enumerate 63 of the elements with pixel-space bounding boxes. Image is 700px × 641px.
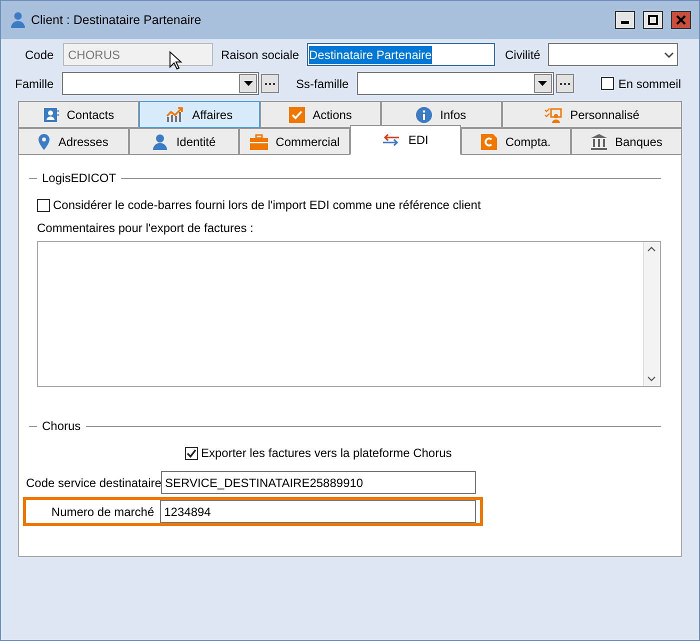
person-icon (11, 12, 25, 28)
text-field[interactable]: SERVICE_DESTINATAIRE25889910 (161, 471, 476, 494)
field-label: Raison sociale (221, 46, 300, 64)
checkbox[interactable] (37, 198, 50, 212)
tab[interactable]: Contacts (18, 101, 139, 128)
checkbox-label: Exporter les factures vers la plateforme Chorus (201, 445, 452, 462)
checklist-icon (544, 106, 562, 122)
checkbox[interactable] (601, 77, 614, 90)
ellipsis-icon (264, 82, 276, 86)
checkmark-icon (288, 106, 305, 122)
tab[interactable]: Identité (128, 128, 240, 155)
field-label: Code service destinataire (26, 474, 161, 492)
tab[interactable]: EDI (350, 125, 461, 155)
tab[interactable]: Commercial (239, 128, 350, 155)
chevron-down-icon (662, 50, 676, 60)
checkbox[interactable] (185, 446, 198, 460)
checkbox-label: En sommeil (618, 76, 681, 92)
group-title: LogisEDICOT (42, 170, 116, 187)
field-label: Numero de marché (50, 504, 156, 520)
tab[interactable]: Affaires (138, 101, 260, 128)
scrollbar[interactable] (643, 242, 660, 386)
raison-sociale-field[interactable]: Destinataire Partenaire (307, 43, 495, 66)
ss-famille-dropdown[interactable] (356, 72, 554, 95)
info-icon (416, 106, 432, 122)
exchange-arrows-icon (382, 134, 400, 146)
field-label: Ss-famille (296, 76, 349, 92)
text-field[interactable]: 1234894 (160, 500, 476, 523)
field-label: Commentaires pour l'export de factures : (37, 220, 254, 237)
window-title: Client : Destinataire Partenaire (31, 12, 202, 29)
browse-button[interactable] (556, 74, 574, 93)
chart-icon (166, 106, 184, 122)
bank-icon (591, 134, 607, 150)
civilite-dropdown[interactable] (548, 43, 678, 66)
maximize-button[interactable] (643, 11, 663, 29)
briefcase-icon (250, 134, 268, 150)
person-icon (152, 134, 168, 150)
field-label: Code (24, 46, 55, 64)
field-label: Civilité (505, 46, 540, 64)
tab[interactable]: Actions (260, 101, 381, 128)
ellipsis-icon (558, 82, 571, 86)
tab[interactable]: Personnalisé (502, 101, 682, 128)
location-pin-icon (38, 134, 50, 150)
tab[interactable]: Infos (380, 101, 502, 128)
field-label: Famille (15, 76, 55, 92)
group-title: Chorus (42, 418, 81, 435)
checkmark-icon (186, 448, 197, 458)
dropdown-button[interactable] (534, 74, 552, 93)
minimize-button[interactable] (615, 11, 635, 29)
famille-dropdown[interactable] (62, 72, 259, 95)
dropdown-button[interactable] (239, 74, 257, 93)
caret-icon (538, 80, 548, 86)
document-icon (481, 134, 498, 150)
checkbox-label: Considérer le code-barres fourni lors de l'import EDI comme une référence client (53, 197, 481, 214)
browse-button[interactable] (261, 74, 279, 93)
mouse-cursor-icon (169, 50, 183, 70)
tab[interactable]: Adresses (18, 128, 129, 155)
tab[interactable]: Banques (571, 128, 682, 155)
contact-card-icon (42, 106, 59, 122)
caret-icon (244, 80, 252, 86)
close-icon (676, 15, 686, 25)
close-button[interactable] (671, 11, 691, 29)
maximize-icon (648, 15, 658, 25)
tab[interactable]: Compta. (460, 128, 572, 155)
